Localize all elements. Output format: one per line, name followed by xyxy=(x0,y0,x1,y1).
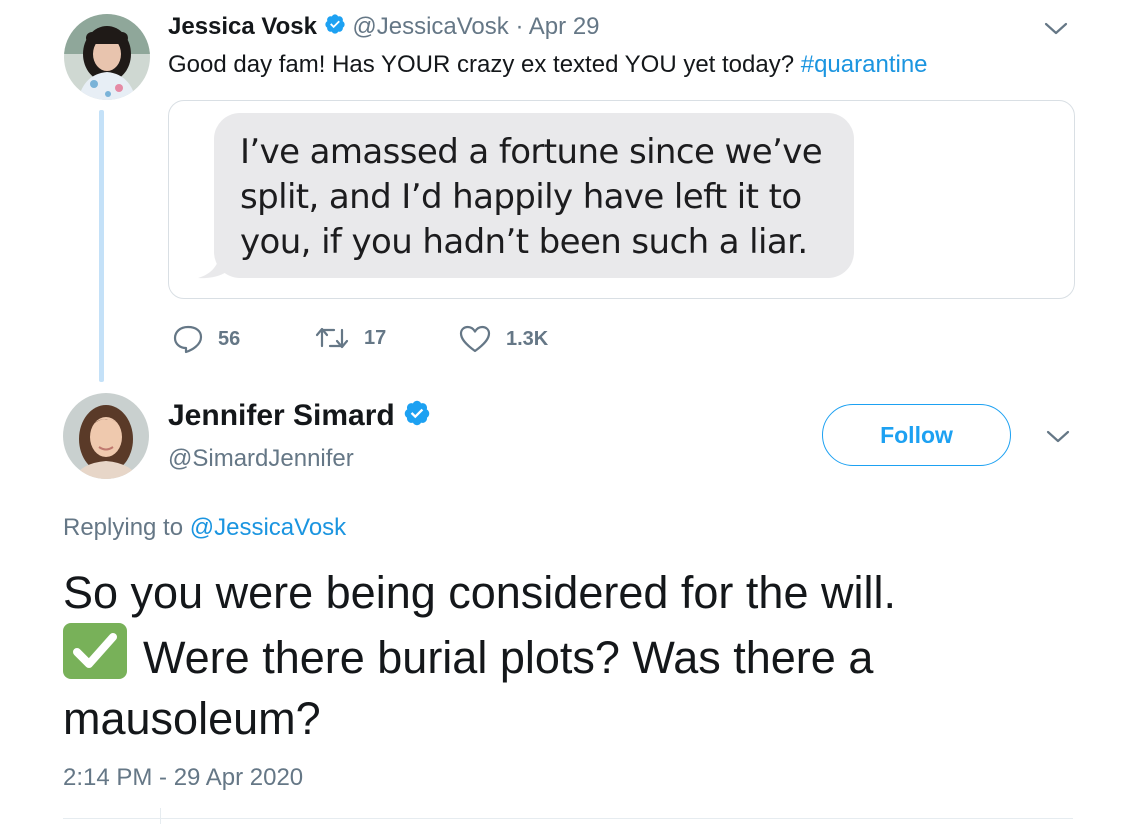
reply-count: 56 xyxy=(218,327,241,350)
tweet-line: So you were being considered for the wil… xyxy=(63,567,896,618)
like-action[interactable]: 1.3K xyxy=(458,324,548,354)
bottom-divider xyxy=(63,818,1073,819)
verified-badge-icon xyxy=(324,13,346,43)
retweet-action[interactable]: 17 xyxy=(314,324,386,352)
retweet-count: 17 xyxy=(364,326,387,349)
bubble-tail-shape xyxy=(198,250,236,279)
author-name[interactable]: Jessica Vosk xyxy=(168,13,317,40)
tweet-date[interactable]: Apr 29 xyxy=(529,13,600,40)
parent-tweet-text: Good day fam! Has YOUR crazy ex texted Y… xyxy=(168,50,928,80)
avatar-jessica-vosk[interactable] xyxy=(64,14,150,100)
chevron-down-icon[interactable] xyxy=(1042,18,1070,43)
message-line: you, if you hadn’t been such a liar. xyxy=(240,222,808,262)
thread-connector-line xyxy=(99,110,104,382)
author-name[interactable]: Jennifer Simard xyxy=(168,399,395,432)
like-count: 1.3K xyxy=(506,327,549,350)
message-line: I’ve amassed a fortune since we’ve xyxy=(240,132,823,172)
avatar-jennifer-simard[interactable] xyxy=(63,393,149,479)
tweet-line: Were there burial plots? Was there a xyxy=(143,632,874,683)
divider-tick xyxy=(160,808,161,824)
message-bubble-text: I’ve amassed a fortune since we’ve split… xyxy=(240,130,840,265)
verified-badge-icon xyxy=(403,399,431,436)
reply-icon xyxy=(173,325,203,354)
replying-to-label: Replying to xyxy=(63,514,190,541)
tweet-line: mausoleum? xyxy=(63,693,321,744)
follow-button[interactable]: Follow xyxy=(822,404,1011,466)
author-handle[interactable]: @JessicaVosk xyxy=(352,13,508,40)
author-handle[interactable]: @SimardJennifer xyxy=(168,444,354,474)
hashtag-link[interactable]: #quarantine xyxy=(801,51,928,78)
heart-icon xyxy=(459,325,491,353)
reply-author-row: Jennifer Simard xyxy=(168,398,431,436)
replying-to-line: Replying to @JessicaVosk xyxy=(63,514,346,542)
check-mark-button-emoji-icon xyxy=(63,623,127,679)
chevron-down-icon[interactable] xyxy=(1044,426,1072,451)
tweet-body: Good day fam! Has YOUR crazy ex texted Y… xyxy=(168,51,801,78)
parent-tweet-header: Jessica Vosk @JessicaVosk · Apr 29 xyxy=(168,12,600,43)
mention-link[interactable]: @JessicaVosk xyxy=(190,514,346,541)
tweet-timestamp[interactable]: 2:14 PM - 29 Apr 2020 xyxy=(63,764,303,792)
header-separator: · xyxy=(515,13,524,40)
reply-action[interactable]: 56 xyxy=(172,324,240,354)
reply-tweet-text: So you were being considered for the wil… xyxy=(63,562,1063,749)
tweet-line-with-emoji: Were there burial plots? Was there a xyxy=(63,623,1063,688)
retweet-icon xyxy=(315,327,349,349)
message-line: split, and I’d happily have left it to xyxy=(240,177,802,217)
